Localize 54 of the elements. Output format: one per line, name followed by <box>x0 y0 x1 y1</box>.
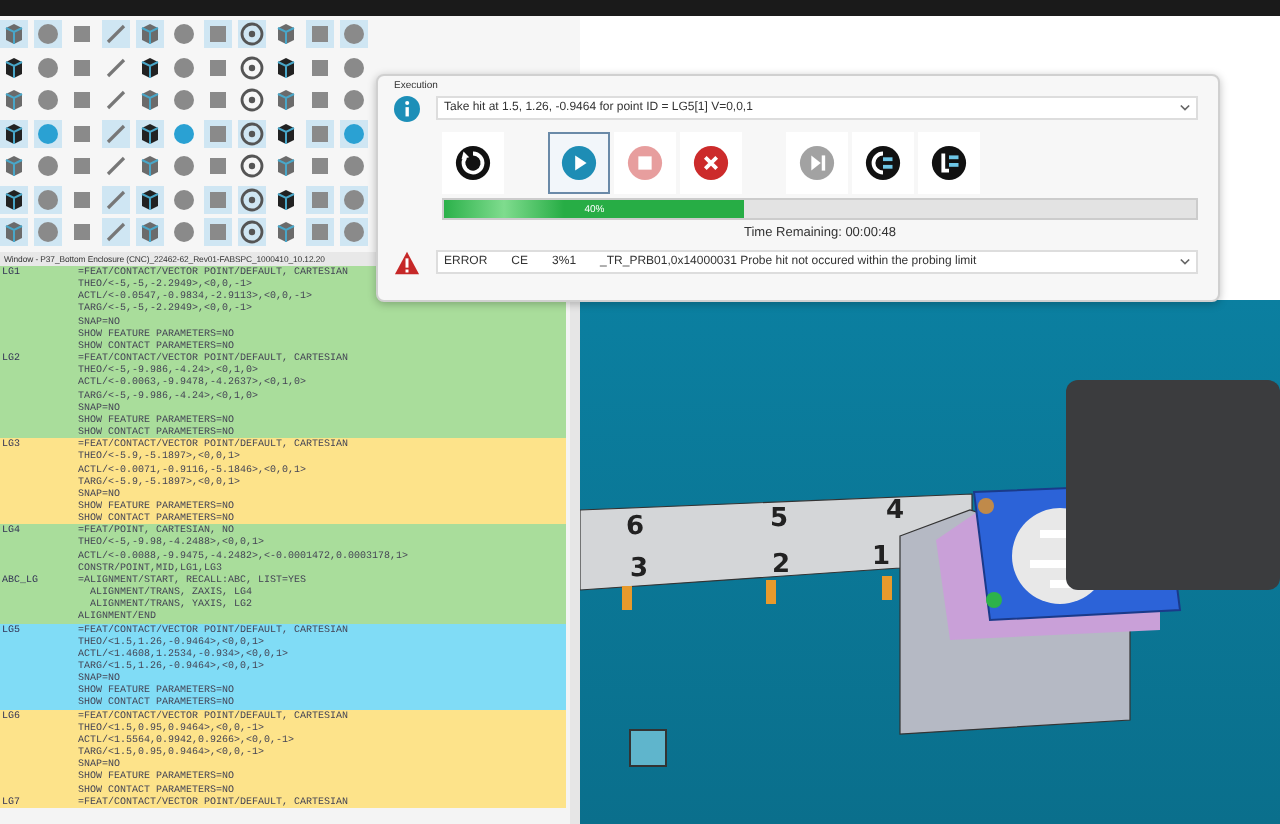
play-button[interactable] <box>548 132 610 194</box>
line-icon[interactable] <box>102 185 130 213</box>
point-number: 2 <box>772 550 791 580</box>
cancel-button[interactable] <box>680 132 742 194</box>
reset-button[interactable] <box>442 132 504 194</box>
cube-icon[interactable] <box>0 119 28 147</box>
cube-icon[interactable] <box>136 119 164 147</box>
line-icon[interactable] <box>102 86 130 114</box>
point-number: 3 <box>630 554 649 584</box>
info-icon <box>394 95 420 121</box>
square-icon[interactable] <box>204 86 232 114</box>
cube-icon[interactable] <box>136 53 164 81</box>
square-icon[interactable] <box>68 86 96 114</box>
down-button[interactable] <box>918 132 980 194</box>
cube-icon[interactable] <box>272 53 300 81</box>
chevron-down-icon <box>1180 104 1190 112</box>
cancel-icon <box>692 144 730 182</box>
square-icon[interactable] <box>68 20 96 48</box>
square-icon[interactable] <box>204 152 232 180</box>
3d-viewport[interactable]: 6 5 4 3 2 1 <box>580 300 1280 824</box>
point-number: 1 <box>872 542 891 572</box>
point-number: 5 <box>770 504 789 534</box>
cube-icon[interactable] <box>0 53 28 81</box>
cube-icon[interactable] <box>272 185 300 213</box>
code-block[interactable] <box>0 438 566 525</box>
skip-icon <box>798 144 836 182</box>
line-icon[interactable] <box>102 53 130 81</box>
circle-icon[interactable] <box>340 53 368 81</box>
circle-icon[interactable] <box>340 20 368 48</box>
chevron-down-icon <box>1180 258 1190 266</box>
stop-icon <box>626 144 664 182</box>
square-icon[interactable] <box>68 218 96 246</box>
back-button[interactable] <box>852 132 914 194</box>
cube-icon[interactable] <box>136 185 164 213</box>
circle-icon[interactable] <box>340 218 368 246</box>
line-icon[interactable] <box>102 152 130 180</box>
square-icon[interactable] <box>68 152 96 180</box>
code-block[interactable] <box>0 623 566 710</box>
circle-icon[interactable] <box>340 119 368 147</box>
circle-icon[interactable] <box>340 185 368 213</box>
reset-icon <box>454 144 492 182</box>
cube-icon[interactable] <box>0 185 28 213</box>
code-block[interactable] <box>0 352 566 439</box>
circle-icon[interactable] <box>340 86 368 114</box>
cube-icon[interactable] <box>272 119 300 147</box>
square-icon[interactable] <box>204 119 232 147</box>
play-icon <box>560 144 598 182</box>
square-icon[interactable] <box>204 185 232 213</box>
circle-icon[interactable] <box>340 152 368 180</box>
point-number: 4 <box>886 496 905 526</box>
warning-icon <box>394 249 420 275</box>
point-number: 6 <box>626 512 645 542</box>
code-block[interactable] <box>0 709 566 796</box>
line-icon[interactable] <box>102 119 130 147</box>
